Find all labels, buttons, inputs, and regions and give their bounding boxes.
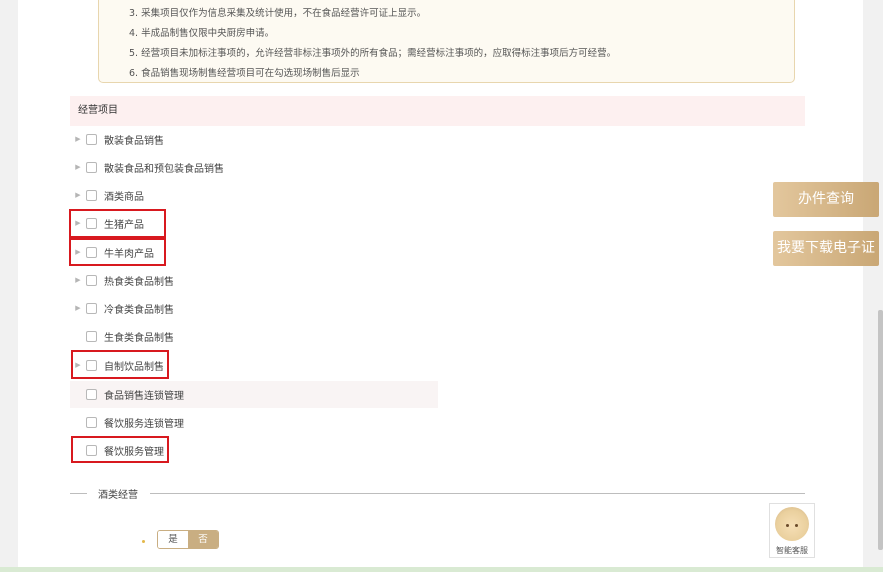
item-label: 热食类食品制售 <box>104 276 174 288</box>
notes-panel: 3. 采集项目仅作为信息采集及统计使用，不在食品经营许可证上显示。 4. 半成品… <box>98 0 795 83</box>
customer-service-label: 智能客服 <box>776 546 808 555</box>
expand-arrow-icon[interactable]: ▶ <box>70 248 86 256</box>
item-catering-service-management[interactable]: ▶ 餐饮服务管理 <box>70 438 438 462</box>
item-self-made-drinks[interactable]: ▶ 自制饮品制售 <box>70 353 438 377</box>
item-cold-food-production[interactable]: ▶ 冷食类食品制售 <box>70 296 438 320</box>
item-label: 生猪产品 <box>104 219 144 231</box>
item-label: 生食类食品制售 <box>104 332 174 344</box>
item-food-sales-chain-management[interactable]: ▶ 食品销售连锁管理 <box>70 381 438 408</box>
checkbox[interactable] <box>86 359 97 371</box>
download-certificate-button[interactable]: 我要下载电子证 <box>773 231 879 266</box>
expand-arrow-icon[interactable]: ▶ <box>70 191 86 199</box>
item-label: 自制饮品制售 <box>104 361 164 373</box>
form-page: 3. 采集项目仅作为信息采集及统计使用，不在食品经营许可证上显示。 4. 半成品… <box>18 0 863 572</box>
bottom-bar <box>0 567 883 572</box>
expand-arrow-icon[interactable]: ▶ <box>70 276 86 284</box>
item-beef-mutton-products[interactable]: ▶ 牛羊肉产品 <box>70 240 438 264</box>
item-label: 食品销售连锁管理 <box>104 391 184 402</box>
item-label: 散装食品和预包装食品销售 <box>104 163 224 175</box>
note-6: 6. 食品销售现场制售经营项目可在勾选现场制售后显示 <box>129 68 360 79</box>
item-label: 冷食类食品制售 <box>104 304 174 316</box>
checkbox[interactable] <box>86 302 97 314</box>
expand-arrow-icon[interactable]: ▶ <box>70 163 86 171</box>
divider-left <box>70 493 87 494</box>
item-label: 酒类商品 <box>104 191 144 203</box>
expand-arrow-icon[interactable]: ▶ <box>70 219 86 227</box>
note-3: 3. 采集项目仅作为信息采集及统计使用，不在食品经营许可证上显示。 <box>129 8 427 19</box>
expand-arrow-icon[interactable]: ▶ <box>70 304 86 312</box>
bun-mascot-icon <box>775 507 809 541</box>
customer-service-widget[interactable]: 智能客服 <box>769 503 815 558</box>
item-bulk-food-sales[interactable]: ▶ 散装食品销售 <box>70 127 438 151</box>
item-bulk-and-prepackaged-food-sales[interactable]: ▶ 散装食品和预包装食品销售 <box>70 155 438 179</box>
checkbox[interactable] <box>86 217 97 229</box>
query-button[interactable]: 办件查询 <box>773 182 879 217</box>
checkbox[interactable] <box>86 389 97 400</box>
mascot-eye <box>795 524 798 527</box>
checkbox[interactable] <box>86 444 97 456</box>
item-catering-chain-management[interactable]: ▶ 餐饮服务连锁管理 <box>70 410 438 434</box>
item-raw-food-production[interactable]: ▶ 生食类食品制售 <box>70 324 438 348</box>
checkbox[interactable] <box>86 189 97 201</box>
checkbox[interactable] <box>86 274 97 286</box>
checkbox[interactable] <box>86 416 97 428</box>
checkbox[interactable] <box>86 246 97 258</box>
yes-no-toggle[interactable]: 是 否 <box>157 530 219 549</box>
item-hot-food-production[interactable]: ▶ 热食类食品制售 <box>70 268 438 292</box>
item-label: 牛羊肉产品 <box>104 248 154 260</box>
mascot-eye <box>786 524 789 527</box>
expand-arrow-icon[interactable]: ▶ <box>70 135 86 143</box>
checkbox[interactable] <box>86 330 97 342</box>
scrollbar[interactable] <box>878 310 883 550</box>
expand-arrow-icon[interactable]: ▶ <box>70 361 86 369</box>
item-label: 散装食品销售 <box>104 135 164 147</box>
liquor-section-label: 酒类经营 <box>98 490 138 501</box>
checkbox[interactable] <box>86 133 97 145</box>
yes-option[interactable]: 是 <box>158 531 188 548</box>
checkbox[interactable] <box>86 161 97 173</box>
no-option[interactable]: 否 <box>188 531 218 548</box>
note-5: 5. 经营项目未加标注事项的，允许经营非标注事项外的所有食品；需经营标注事项的，… <box>129 48 617 59</box>
item-label: 餐饮服务连锁管理 <box>104 418 184 430</box>
section-header-business-items: 经营项目 <box>70 96 805 126</box>
item-label: 餐饮服务管理 <box>104 446 164 458</box>
item-liquor-goods[interactable]: ▶ 酒类商品 <box>70 183 438 207</box>
item-pork-products[interactable]: ▶ 生猪产品 <box>70 211 438 235</box>
divider-right <box>150 493 805 494</box>
required-dot <box>142 540 145 543</box>
note-4: 4. 半成品制售仅限中央厨房申请。 <box>129 28 275 39</box>
